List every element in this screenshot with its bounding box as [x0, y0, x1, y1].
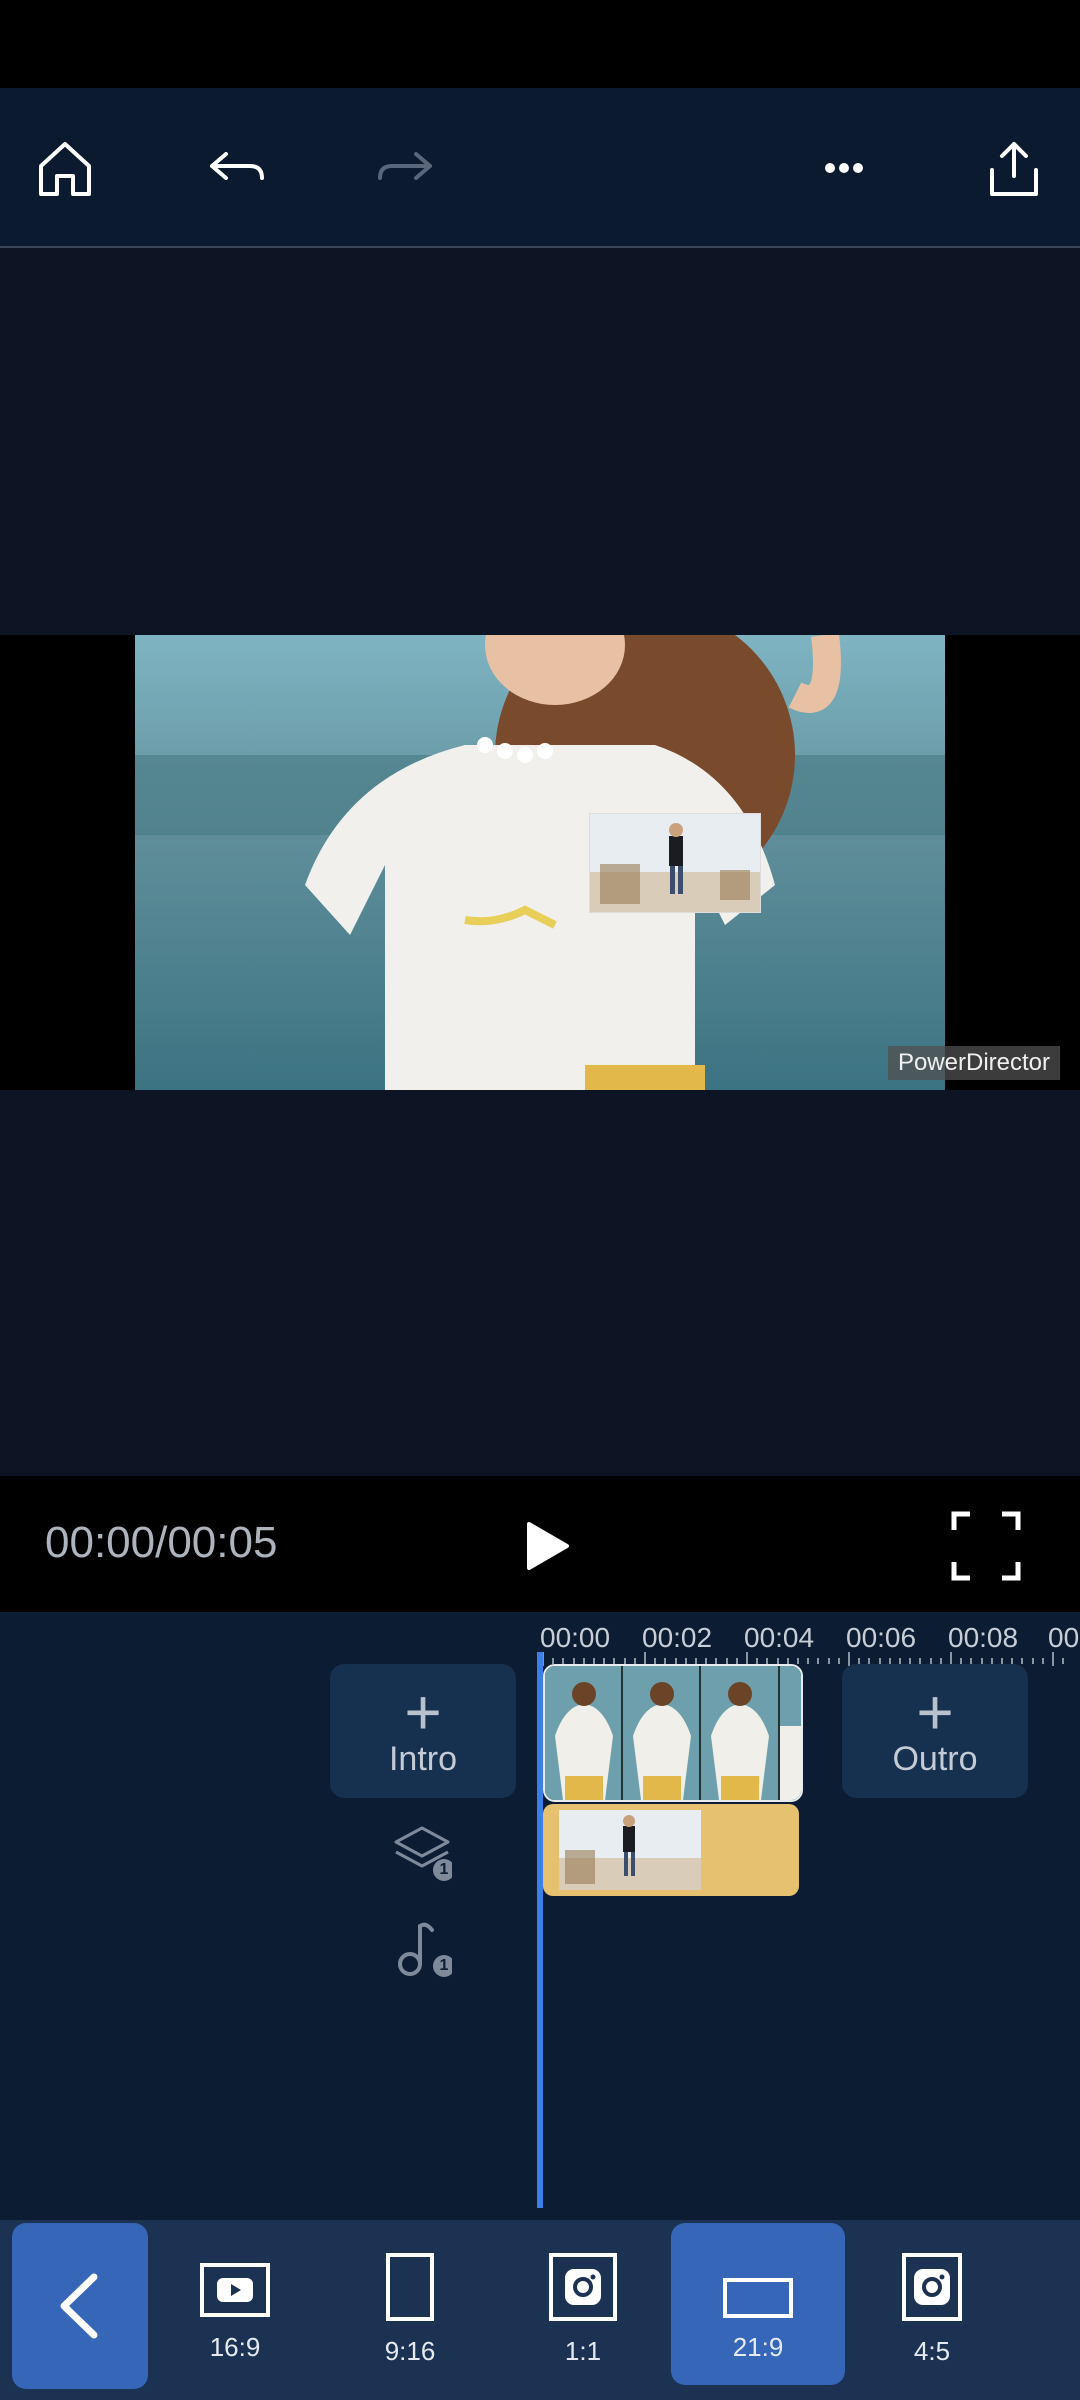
ruler-tick: [817, 1658, 820, 1664]
clip-thumbnail: [779, 1666, 801, 1800]
home-icon: [39, 142, 91, 196]
top-toolbar: [0, 88, 1080, 248]
status-bar: [0, 0, 1080, 88]
intro-label: Intro: [388, 1739, 458, 1778]
plus-icon: +: [916, 1675, 954, 1748]
timeline[interactable]: 00:00 00:02 00:04 00:06 00:08 00 + Intro…: [0, 1612, 1080, 2220]
main-video-frame: [135, 635, 945, 1090]
ruler-label: 00:08: [948, 1622, 1019, 1653]
widescreen-frame-icon: [723, 2278, 793, 2318]
ruler-tick: [1052, 1652, 1054, 1666]
ratio-label: 4:5: [913, 2336, 951, 2366]
ruler-label: 00:04: [744, 1622, 815, 1653]
ratio-label: 21:9: [732, 2332, 784, 2362]
instagram-icon: [902, 2253, 962, 2321]
aspect-ratio-bar: 16:9 9:16 1:1 21:9 4:5: [0, 2220, 1080, 2400]
ruler-label: 00:02: [642, 1622, 713, 1653]
ruler-tick: [1062, 1658, 1065, 1664]
ratio-16-9-button[interactable]: 16:9: [175, 2222, 295, 2382]
overlay-track-button[interactable]: 1: [392, 1822, 455, 1882]
fullscreen-icon: [951, 1511, 1021, 1581]
ruler-tick: [837, 1658, 840, 1664]
ruler-tick: [807, 1658, 810, 1664]
youtube-icon: [200, 2263, 270, 2317]
video-preview[interactable]: PowerDirector: [0, 635, 1080, 1090]
ratio-1-1-button[interactable]: 1:1: [523, 2222, 643, 2382]
more-button[interactable]: [794, 118, 894, 218]
undo-button[interactable]: [186, 118, 286, 218]
play-button[interactable]: [505, 1506, 585, 1586]
ruler-label: 00:00: [540, 1622, 611, 1653]
ruler-tick: [797, 1658, 799, 1664]
add-outro-button[interactable]: + Outro: [842, 1664, 1028, 1798]
playhead[interactable]: [537, 1652, 543, 2208]
video-clip[interactable]: [543, 1664, 803, 1802]
overlay-picture[interactable]: [589, 813, 761, 913]
clip-thumbnail: [701, 1666, 780, 1800]
audio-track-button[interactable]: 1: [392, 1918, 455, 1978]
undo-icon: [210, 152, 264, 180]
back-button[interactable]: [12, 2223, 148, 2389]
clip-thumbnail: [623, 1666, 702, 1800]
ratio-label: 1:1: [564, 2336, 602, 2366]
redo-icon: [378, 152, 432, 180]
ruler-tick: [827, 1658, 830, 1664]
ratio-label: 9:16: [384, 2336, 436, 2366]
ruler-label: 00:06: [846, 1622, 917, 1653]
ratio-label: 16:9: [209, 2332, 261, 2362]
plus-icon: +: [404, 1675, 442, 1748]
add-intro-button[interactable]: + Intro: [330, 1664, 516, 1798]
clip-thumbnail: [545, 1666, 624, 1800]
overlay-clip[interactable]: [543, 1804, 799, 1896]
ruler-tick: [1041, 1658, 1044, 1664]
ratio-4-5-button[interactable]: 4:5: [872, 2222, 992, 2382]
ruler-tick: [848, 1652, 850, 1666]
chevron-left-icon: [60, 2273, 98, 2339]
overlay-thumbnail: [559, 1810, 701, 1890]
redo-button[interactable]: [356, 118, 456, 218]
outro-label: Outro: [892, 1739, 978, 1778]
share-button[interactable]: [964, 118, 1064, 218]
playback-controls: 00:00/00:05: [0, 1476, 1080, 1612]
ratio-9-16-button[interactable]: 9:16: [350, 2222, 470, 2382]
overlay-count-badge: 1: [439, 1861, 449, 1878]
instagram-icon: [549, 2253, 617, 2321]
time-display: 00:00/00:05: [45, 1518, 278, 1567]
watermark: PowerDirector: [887, 1046, 1060, 1080]
more-icon: [825, 163, 863, 173]
portrait-frame-icon: [386, 2253, 434, 2321]
share-icon: [990, 142, 1038, 196]
home-button[interactable]: [15, 118, 115, 218]
ruler-label: 00: [1048, 1622, 1080, 1653]
audio-count-badge: 1: [439, 1957, 449, 1974]
ratio-21-9-button[interactable]: 21:9: [698, 2222, 818, 2382]
fullscreen-button[interactable]: [948, 1508, 1024, 1584]
ruler-tick: [1031, 1658, 1034, 1664]
play-icon: [527, 1522, 569, 1570]
ruler-tick: [1021, 1658, 1024, 1664]
